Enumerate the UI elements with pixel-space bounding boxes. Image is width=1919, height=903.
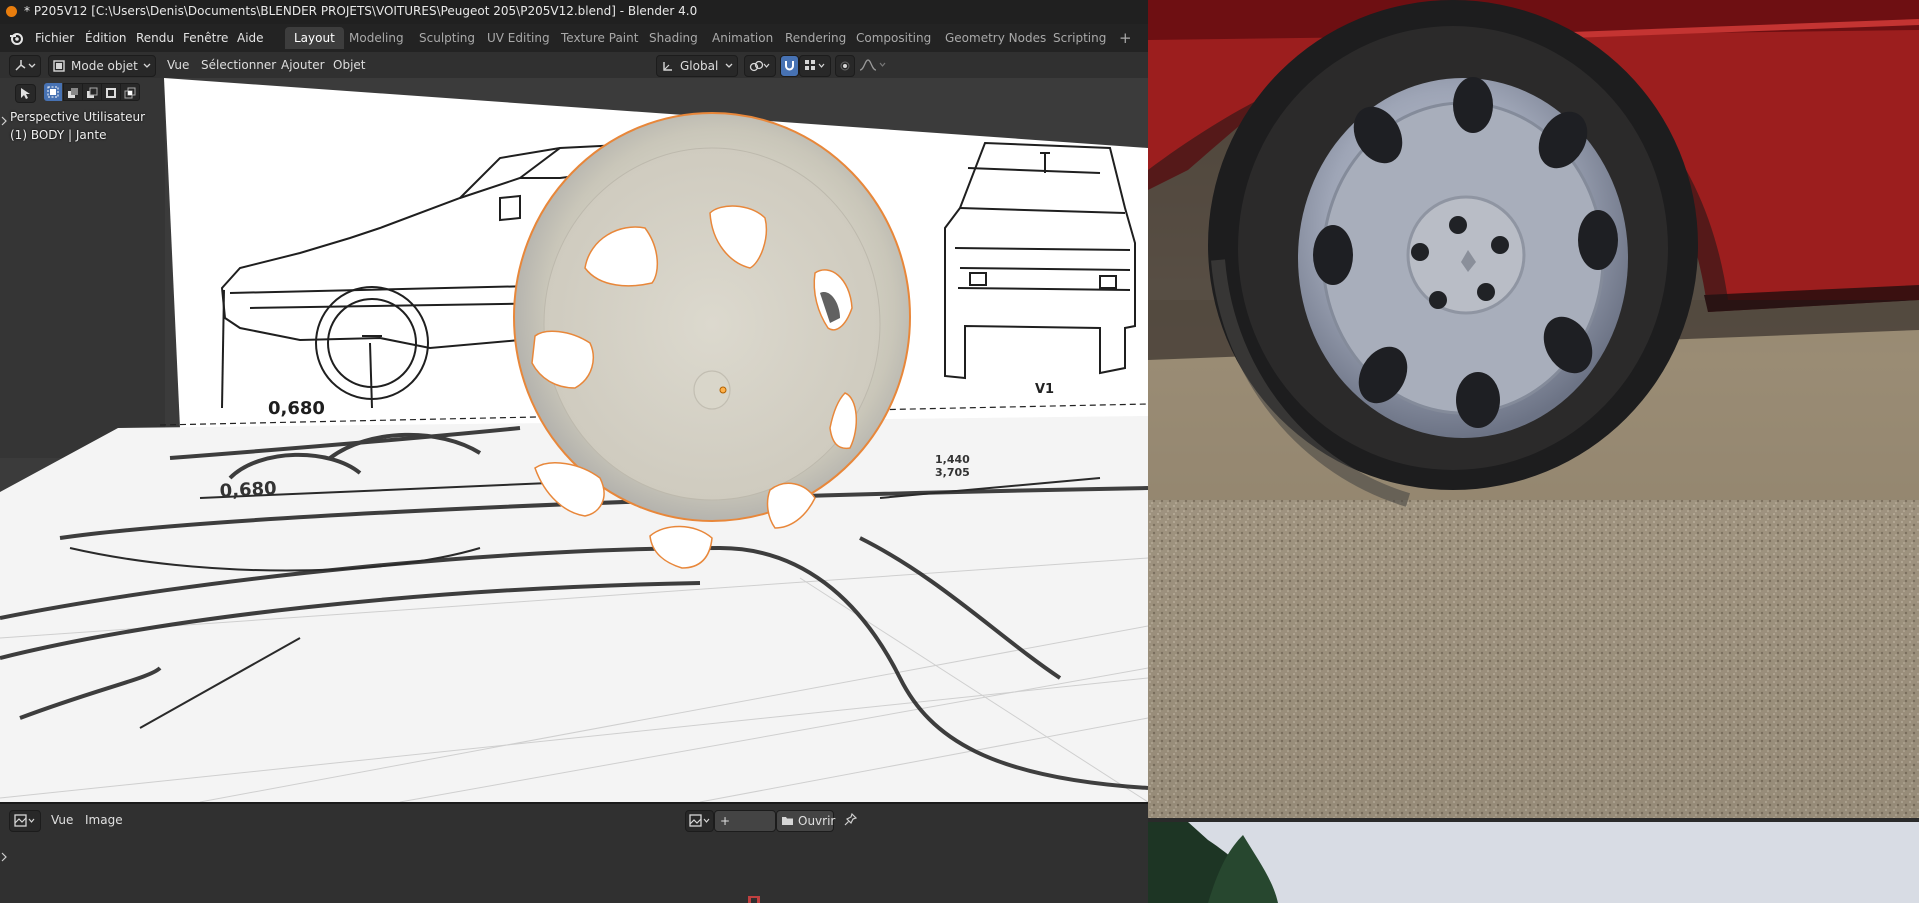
tab-shading[interactable]: Shading (640, 27, 707, 49)
select-intersect-icon (124, 87, 136, 99)
select-invert-icon (106, 88, 116, 98)
image-browse-icon (689, 814, 710, 827)
tab-compositing[interactable]: Compositing (847, 27, 940, 49)
tab-scripting[interactable]: Scripting (1044, 27, 1115, 49)
tab-layout[interactable]: Layout (285, 27, 344, 49)
reference-photo-window (1148, 0, 1919, 903)
snap-grid-icon (805, 60, 825, 70)
tab-uv-editing[interactable]: UV Editing (478, 27, 559, 49)
viewport-menu-objet[interactable]: Objet (333, 55, 365, 75)
select-extend-icon (68, 88, 78, 98)
select-subtract-button[interactable] (82, 83, 102, 101)
tab-sculpting[interactable]: Sculpting (410, 27, 484, 49)
tool-row (0, 78, 165, 104)
object-mode-icon (53, 60, 65, 72)
tab-rendering[interactable]: Rendering (776, 27, 855, 49)
blender-logo-icon (6, 6, 17, 17)
pivot-link-icon (749, 60, 770, 72)
active-object-label: (1) BODY | Jante (10, 128, 107, 142)
viewport-header: Mode objet Vue Sélectionner Ajouter Obje… (0, 52, 1148, 78)
viewport-menu-selectionner[interactable]: Sélectionner (201, 55, 276, 75)
select-tool-button[interactable] (15, 84, 36, 103)
3d-viewport[interactable]: 0,680 1,440 3,705 0,680 V1 Perspective U… (0, 78, 1148, 802)
select-extend-button[interactable] (63, 83, 83, 101)
menu-aide[interactable]: Aide (231, 29, 270, 47)
tab-texture-paint[interactable]: Texture Paint (552, 27, 647, 49)
floor-dimension-label-3: 3,705 (935, 466, 970, 479)
editor-type-selector[interactable] (9, 55, 41, 77)
window-title: * P205V12 [C:\Users\Denis\Documents\BLEN… (24, 4, 698, 18)
image-editor-icon (14, 814, 35, 827)
chevron-down-icon (143, 63, 151, 68)
new-image-button[interactable]: + Nouv... (714, 810, 776, 848)
cursor-arrow-icon (21, 88, 30, 99)
image-menu-image[interactable]: Image (85, 810, 123, 830)
tab-animation[interactable]: Animation (703, 27, 782, 49)
open-image-label: Ouvrir (798, 814, 836, 828)
menu-fichier[interactable]: Fichier (29, 29, 80, 47)
snap-toggle[interactable] (780, 55, 799, 77)
image-editor-type-selector[interactable] (9, 810, 41, 832)
select-intersect-button[interactable] (120, 83, 140, 101)
view3d-editor-icon (15, 60, 36, 71)
mode-selector[interactable]: Mode objet (48, 55, 156, 77)
folder-icon (782, 817, 793, 825)
proportional-dot-icon (840, 61, 850, 71)
sidebar-expand-icon[interactable] (1, 116, 7, 126)
top-menu-bar: Fichier Édition Rendu Fenêtre Aide Layou… (0, 24, 1148, 52)
viewport-menu-ajouter[interactable]: Ajouter (281, 55, 325, 75)
menu-rendu[interactable]: Rendu (130, 29, 180, 47)
cursor-icon (748, 896, 760, 903)
viewport-scene: 0,680 1,440 3,705 0,680 V1 (0, 78, 1148, 802)
image-editor-area[interactable] (0, 832, 1148, 903)
falloff-curve-icon (859, 59, 886, 71)
side-dimension-label: 0,680 (268, 398, 325, 419)
image-browse-button[interactable] (685, 810, 714, 832)
chevron-down-icon (725, 63, 733, 68)
floor-dimension-label-2: 1,440 (935, 453, 970, 466)
orientation-axes-icon (663, 62, 672, 71)
menu-fenetre[interactable]: Fenêtre (177, 29, 234, 47)
blender-window: * P205V12 [C:\Users\Denis\Documents\BLEN… (0, 0, 1148, 903)
tab-geometry-nodes[interactable]: Geometry Nodes (936, 27, 1055, 49)
snap-target-selector[interactable] (799, 55, 831, 77)
image-editor-header: Vue Image + Nouv... Ouvrir (0, 802, 1148, 848)
selection-mode-group (44, 83, 140, 101)
tab-modeling[interactable]: Modeling (340, 27, 413, 49)
proportional-falloff-selector[interactable] (857, 55, 889, 75)
pivot-point-selector[interactable] (744, 55, 776, 77)
viewport-overlay-info: Perspective Utilisateur (1) BODY | Jante (10, 108, 145, 144)
orientation-label: Global (680, 59, 719, 73)
add-workspace-button[interactable]: + (1110, 27, 1141, 49)
select-box-icon (47, 86, 59, 98)
select-invert-button[interactable] (101, 83, 121, 101)
transform-orientation-selector[interactable]: Global (656, 55, 738, 77)
peugeot-wheel-photo (1148, 0, 1919, 903)
mode-label: Mode objet (71, 59, 138, 73)
proportional-edit-toggle[interactable] (835, 55, 855, 77)
magnet-icon (785, 61, 794, 71)
menu-edition[interactable]: Édition (79, 29, 133, 47)
image-menu-vue[interactable]: Vue (51, 810, 73, 830)
blender-menu-icon[interactable] (9, 31, 23, 45)
pin-icon[interactable] (844, 813, 857, 826)
floor-dimension-label: 0,680 (219, 478, 277, 502)
open-image-button[interactable]: Ouvrir (776, 810, 836, 832)
select-new-button[interactable] (44, 83, 62, 101)
view-name-label: Perspective Utilisateur (10, 110, 146, 124)
title-bar: * P205V12 [C:\Users\Denis\Documents\BLEN… (0, 0, 1148, 24)
image-sidebar-expand-icon[interactable] (1, 852, 7, 862)
front-dimension-label: V1 (1035, 382, 1054, 397)
select-subtract-icon (87, 87, 98, 98)
viewport-menu-vue[interactable]: Vue (167, 55, 189, 75)
